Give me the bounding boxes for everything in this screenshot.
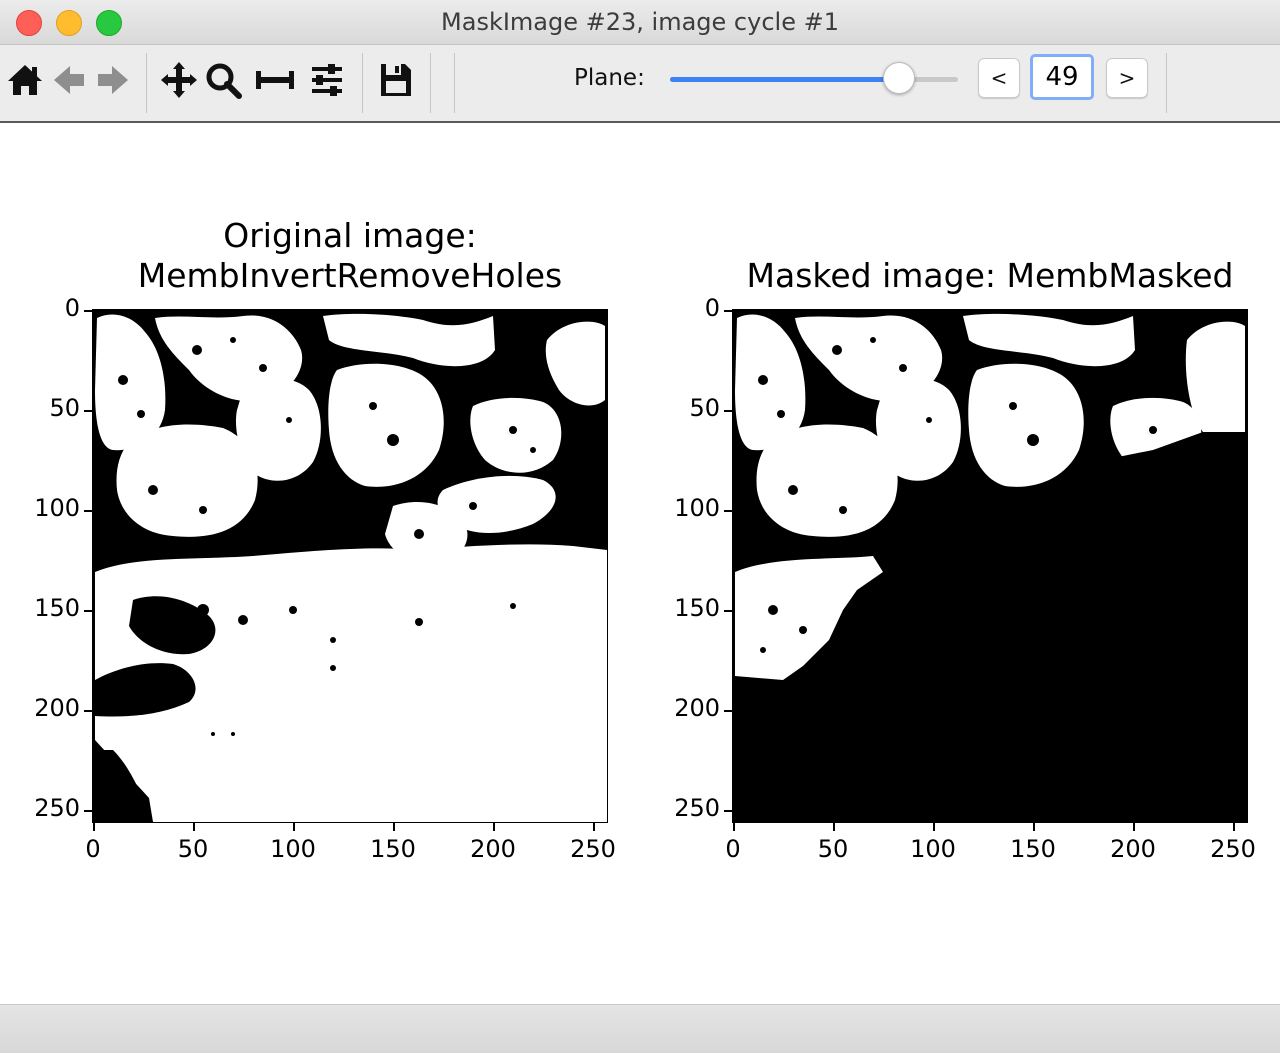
right-x-tick-label: 150 <box>1010 835 1056 863</box>
right-x-tick-mark <box>933 823 935 831</box>
left-y-tick-mark <box>84 410 92 412</box>
right-panel-title: Masked image: MembMasked <box>746 256 1234 295</box>
right-y-tick-mark <box>724 410 732 412</box>
left-y-tick-mark <box>84 710 92 712</box>
right-y-tick-mark <box>724 310 732 312</box>
right-y-tick-label: 150 <box>674 594 720 622</box>
left-x-tick-mark <box>593 823 595 831</box>
left-y-tick-label: 250 <box>34 794 80 822</box>
left-x-tick-mark <box>93 823 95 831</box>
left-x-tick-label: 50 <box>177 835 209 863</box>
right-x-tick-label: 250 <box>1210 835 1256 863</box>
right-x-tick-mark <box>733 823 735 831</box>
plane-label: Plane: <box>574 65 645 91</box>
pan-move-icon[interactable] <box>158 59 200 101</box>
masked-image-plot <box>733 310 1247 822</box>
plane-slider-fill <box>670 77 898 82</box>
plane-slider-thumb[interactable] <box>882 62 915 94</box>
subplot-spacing-icon[interactable] <box>254 59 296 101</box>
right-x-tick-label: 0 <box>725 835 741 863</box>
right-x-tick-mark <box>1233 823 1235 831</box>
figure-canvas: Original image: MembInvertRemoveHoles Ma… <box>0 123 1280 1003</box>
back-arrow-icon[interactable] <box>48 59 90 101</box>
left-y-tick-label: 50 <box>49 394 80 422</box>
right-y-tick-label: 250 <box>674 794 720 822</box>
left-panel-title-line1: Original image: <box>223 216 477 255</box>
toolbar-separator <box>430 53 431 113</box>
window-titlebar: MaskImage #23, image cycle #1 <box>0 0 1280 45</box>
zoom-magnifier-icon[interactable] <box>202 59 244 101</box>
left-y-tick-label: 0 <box>64 294 80 322</box>
forward-arrow-icon[interactable] <box>92 59 134 101</box>
left-panel-title-line2: MembInvertRemoveHoles <box>137 256 563 295</box>
toolbar-separator <box>454 53 455 113</box>
left-y-tick-mark <box>84 510 92 512</box>
left-y-tick-mark <box>84 810 92 812</box>
left-y-tick-mark <box>84 310 92 312</box>
next-plane-button[interactable]: > <box>1106 58 1148 98</box>
left-x-tick-label: 0 <box>85 835 101 863</box>
home-icon[interactable] <box>4 59 46 101</box>
left-x-tick-mark <box>193 823 195 831</box>
right-x-tick-mark <box>833 823 835 831</box>
right-y-tick-label: 50 <box>689 394 720 422</box>
right-y-tick-label: 0 <box>704 294 720 322</box>
left-x-tick-label: 250 <box>570 835 616 863</box>
left-x-tick-mark <box>493 823 495 831</box>
right-y-tick-label: 100 <box>674 494 720 522</box>
left-x-tick-label: 150 <box>370 835 416 863</box>
left-x-tick-mark <box>393 823 395 831</box>
original-image-axes[interactable] <box>92 309 608 823</box>
left-y-tick-label: 100 <box>34 494 80 522</box>
masked-image-axes[interactable] <box>732 309 1248 823</box>
save-floppy-icon[interactable] <box>374 59 416 101</box>
left-y-tick-mark <box>84 610 92 612</box>
right-x-tick-label: 50 <box>817 835 849 863</box>
right-x-tick-label: 100 <box>910 835 956 863</box>
right-x-tick-label: 200 <box>1110 835 1156 863</box>
left-y-tick-label: 200 <box>34 694 80 722</box>
configure-sliders-icon[interactable] <box>306 59 348 101</box>
original-image-plot <box>93 310 607 822</box>
toolbar-separator <box>1166 53 1167 113</box>
window-title: MaskImage #23, image cycle #1 <box>441 8 839 36</box>
right-y-tick-mark <box>724 510 732 512</box>
toolbar-separator <box>146 53 147 113</box>
left-x-tick-mark <box>293 823 295 831</box>
right-y-tick-mark <box>724 810 732 812</box>
toolbar-separator <box>362 53 363 113</box>
plane-slider[interactable] <box>670 62 960 94</box>
right-y-tick-label: 200 <box>674 694 720 722</box>
right-x-tick-mark <box>1033 823 1035 831</box>
right-x-tick-mark <box>1133 823 1135 831</box>
right-y-tick-mark <box>724 710 732 712</box>
right-y-tick-mark <box>724 610 732 612</box>
previous-plane-button[interactable]: < <box>978 58 1020 98</box>
left-x-tick-label: 200 <box>470 835 516 863</box>
plane-number-field[interactable]: 49 <box>1030 54 1094 100</box>
left-x-tick-label: 100 <box>270 835 316 863</box>
navigation-toolbar: Plane: < 49 > <box>0 45 1280 123</box>
left-y-tick-label: 150 <box>34 594 80 622</box>
window-status-bar <box>0 1004 1280 1053</box>
